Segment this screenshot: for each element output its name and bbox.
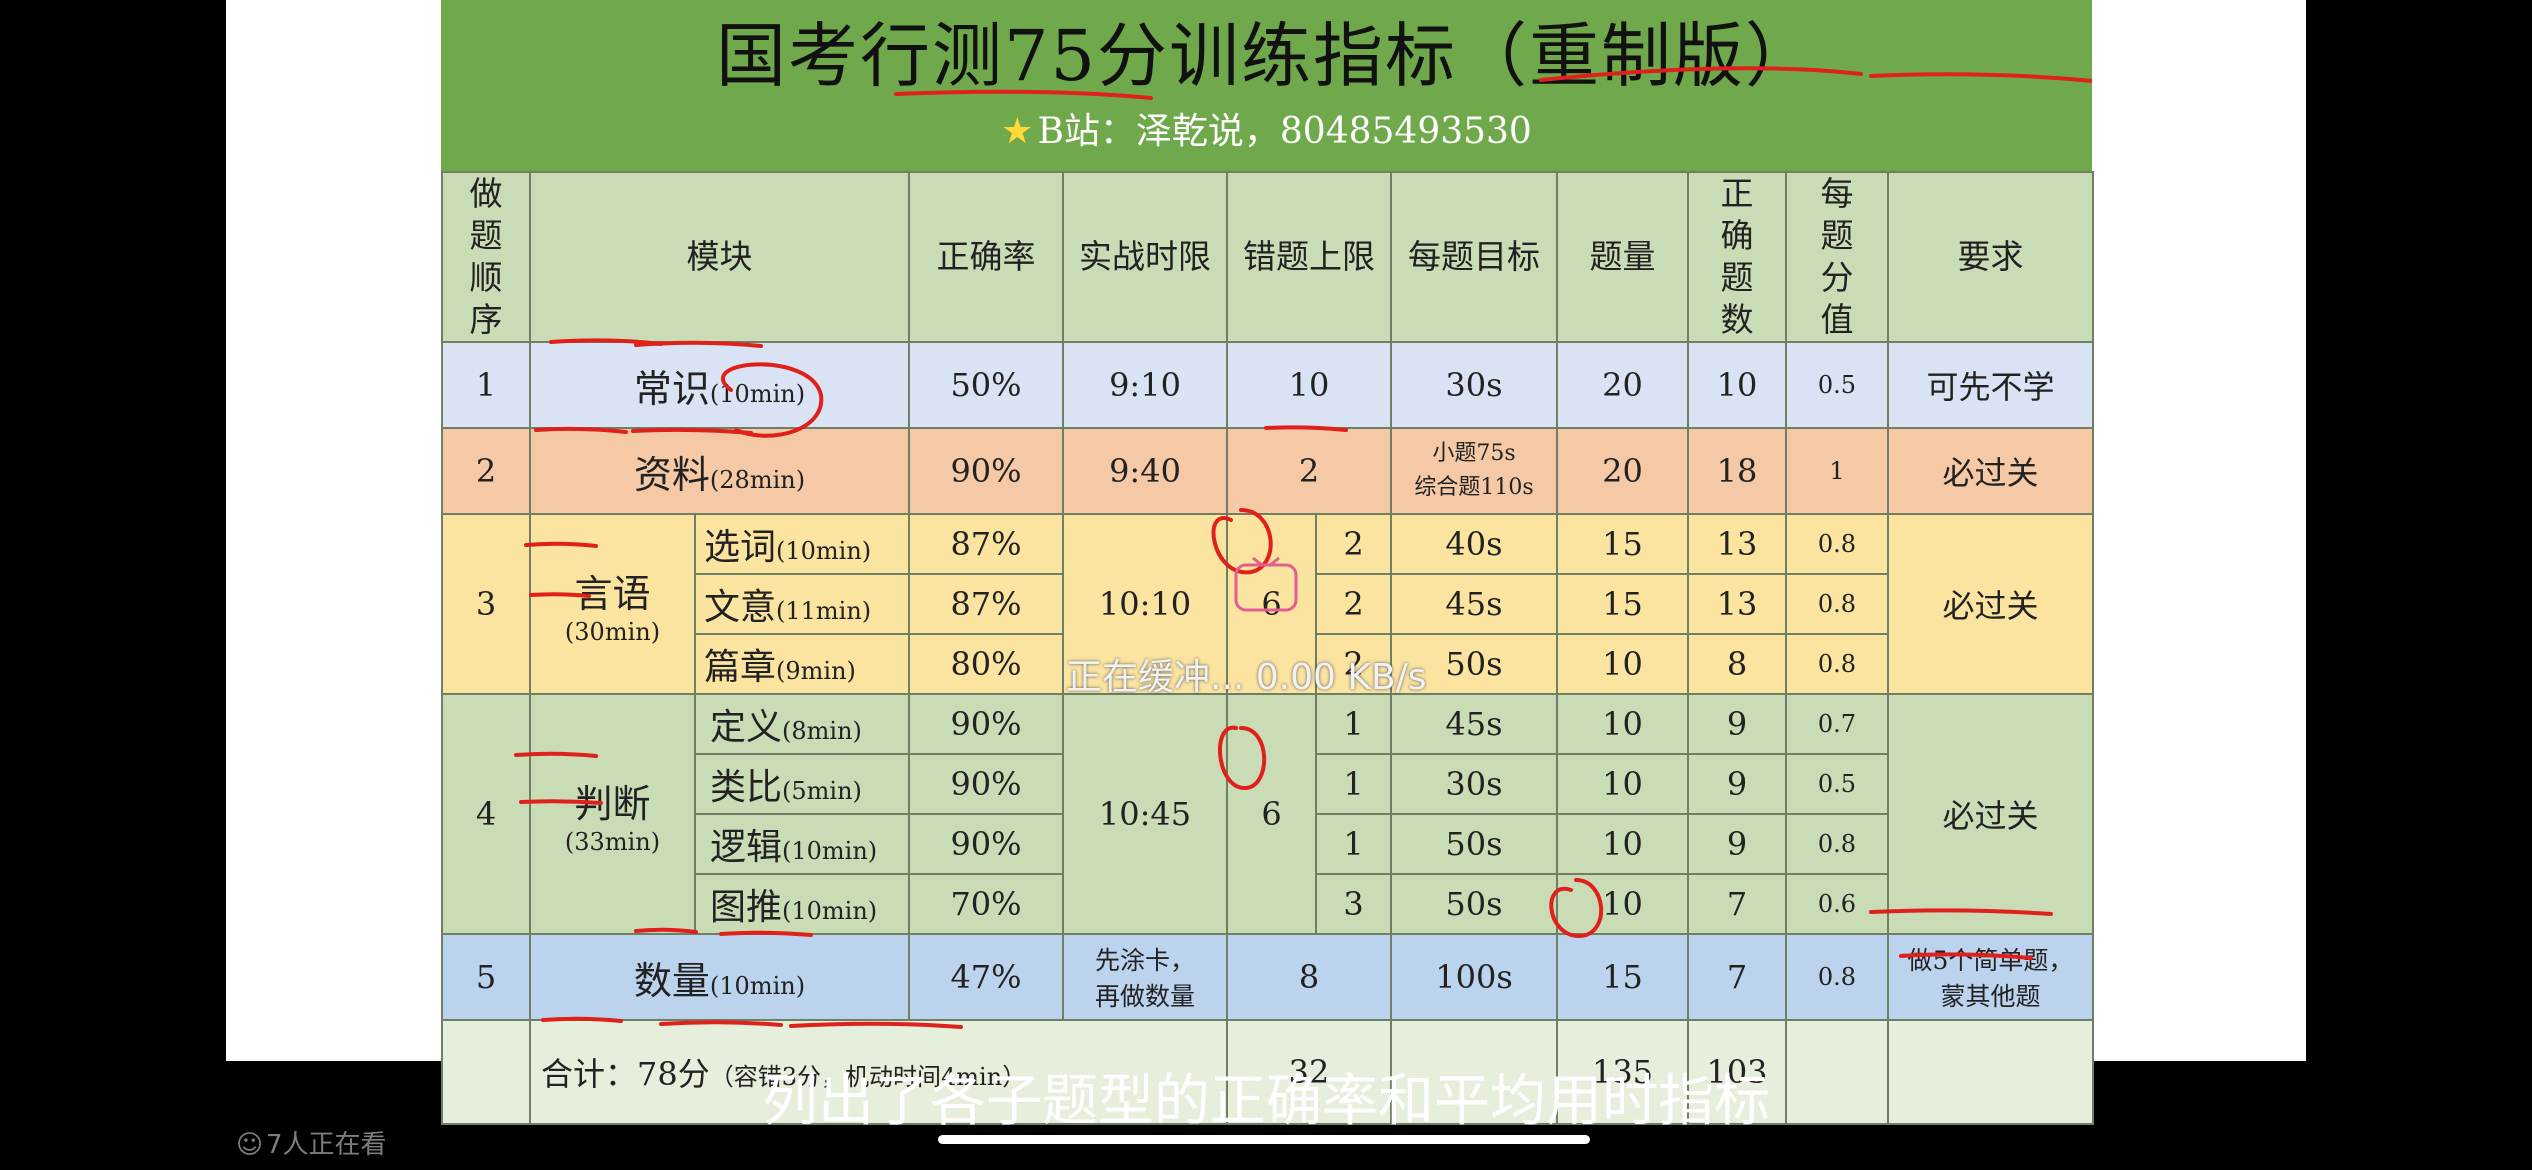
title-underline-3 bbox=[1869, 72, 2092, 83]
circle-6b bbox=[1218, 725, 1267, 791]
title-underline-2 bbox=[1539, 66, 1863, 82]
people-icon: ☺ bbox=[236, 1130, 264, 1160]
underline-ziliao bbox=[631, 427, 753, 435]
underline-yanyu bbox=[524, 541, 598, 548]
viewer-count: ☺ 7人正在看 bbox=[236, 1130, 387, 1160]
circle-6a bbox=[1211, 508, 1273, 575]
circle-28min bbox=[720, 362, 824, 438]
underline-rate1 bbox=[549, 338, 663, 346]
underline-rate2 bbox=[534, 426, 628, 434]
handwritten-annotations bbox=[514, 66, 2092, 1029]
underline-78 bbox=[541, 1016, 623, 1023]
title-underline-1 bbox=[894, 89, 1153, 100]
tv-sticker-icon bbox=[1234, 556, 1298, 612]
underline-yanyu-time bbox=[529, 592, 591, 598]
buffering-indicator: 正在缓冲... 0.00 KB/s bbox=[1066, 657, 1427, 698]
underline-req5a bbox=[1869, 908, 2053, 916]
underline-shuliang-time bbox=[719, 930, 813, 937]
slide-document: 国考行测75分训练指标（重制版） ★ B站：泽乾说，80485493530 做题顺… bbox=[441, 0, 2094, 1125]
underline-flex bbox=[789, 1021, 963, 1029]
underline-panduan bbox=[514, 751, 598, 758]
circle-7 bbox=[1549, 878, 1604, 939]
underline-tol bbox=[659, 1020, 783, 1027]
underline-err2 bbox=[1264, 425, 1348, 432]
underline-shuliang bbox=[634, 927, 698, 934]
underline-panduan-time bbox=[519, 799, 603, 805]
home-indicator[interactable] bbox=[938, 1135, 1590, 1144]
underline-req5b bbox=[1899, 952, 2033, 960]
